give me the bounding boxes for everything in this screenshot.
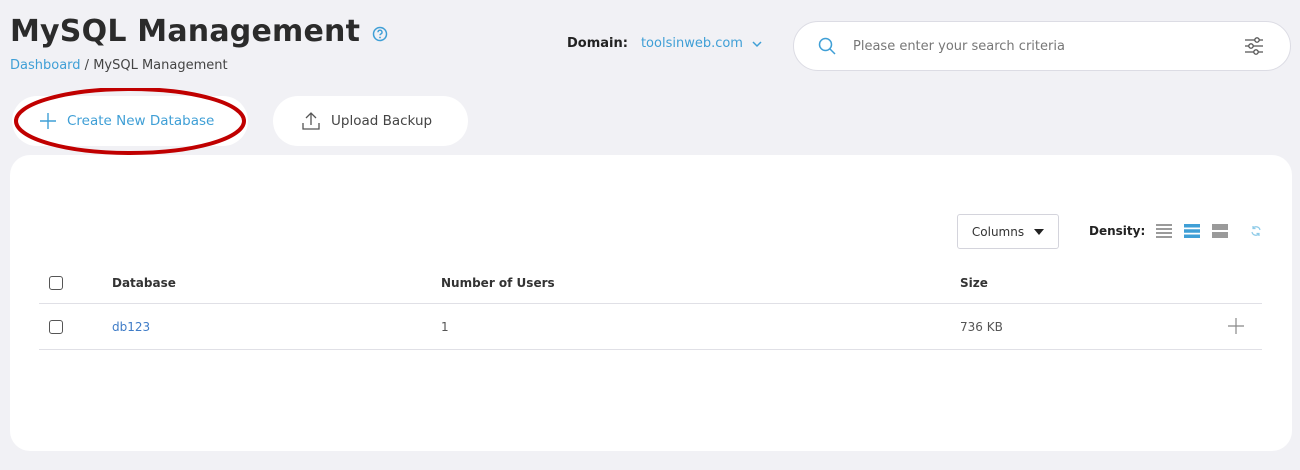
cell-size: 736 KB [960,319,1003,334]
breadcrumb-current: MySQL Management [93,58,228,73]
header-size[interactable]: Size [960,276,1200,290]
cell-number-of-users: 1 [441,319,449,334]
caret-down-icon [1034,228,1045,235]
search-bar [793,21,1291,71]
domain-value[interactable]: toolsinweb.com [641,36,743,51]
domain-selector[interactable]: Domain: toolsinweb.com [567,36,763,51]
select-all-checkbox[interactable] [49,275,63,290]
databases-table: Database Number of Users Size db123 1 73… [39,262,1262,350]
plus-icon [40,113,56,129]
page-title: MySQL Management [10,14,361,49]
upload-backup-label: Upload Backup [331,113,433,129]
page-title-wrap: MySQL Management [10,14,388,49]
density-standard-icon[interactable] [1184,223,1201,239]
breadcrumb-dashboard-link[interactable]: Dashboard [10,58,81,73]
chevron-down-icon[interactable] [751,38,763,50]
create-database-label: Create New Database [67,113,215,129]
density-comfortable-icon[interactable] [1212,223,1229,239]
table-header-row: Database Number of Users Size [39,262,1262,304]
expand-plus-icon[interactable] [1228,318,1244,334]
row-checkbox[interactable] [49,319,63,334]
breadcrumb: Dashboard / MySQL Management [10,58,228,73]
help-icon[interactable] [372,26,388,42]
header-database[interactable]: Database [112,276,441,290]
refresh-icon[interactable] [1250,225,1262,237]
table-row: db123 1 736 KB [39,304,1262,350]
search-icon [818,37,836,55]
density-compact-icon[interactable] [1156,223,1173,239]
breadcrumb-separator: / [80,58,94,73]
upload-backup-button[interactable]: Upload Backup [273,96,468,146]
create-database-button[interactable]: Create New Database [12,96,248,146]
columns-button[interactable]: Columns [957,214,1059,249]
filter-icon[interactable] [1244,36,1264,56]
density-controls: Density: [1089,223,1262,239]
database-name-link[interactable]: db123 [112,320,150,334]
header-number-of-users[interactable]: Number of Users [441,276,960,290]
columns-label: Columns [971,224,1025,239]
databases-card: Columns Density: Database Number of User… [10,155,1292,451]
density-label: Density: [1089,224,1146,238]
upload-icon [302,112,320,130]
domain-label: Domain: [567,36,628,51]
search-input[interactable] [853,38,1213,54]
